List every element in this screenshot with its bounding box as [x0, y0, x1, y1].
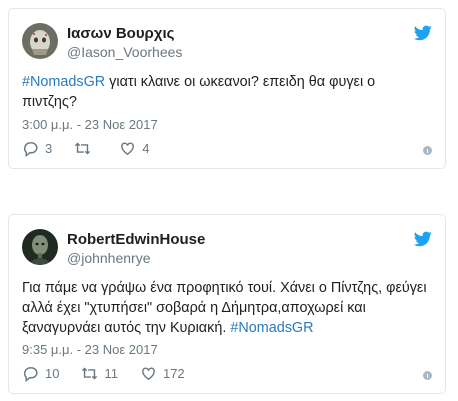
display-name[interactable]: RobertEdwinHouse [67, 231, 205, 248]
retweet-button[interactable]: 11 [81, 365, 118, 382]
hashtag-link[interactable]: #NomadsGR [230, 320, 313, 336]
like-count: 172 [162, 366, 185, 381]
avatar[interactable] [22, 229, 58, 265]
reply-button[interactable]: 3 [22, 140, 52, 157]
tweet-card[interactable]: Ιασων Βουρχις @Iason_Voorhees #NomadsGR … [8, 8, 446, 169]
retweet-button[interactable] [74, 140, 97, 157]
avatar[interactable] [22, 23, 58, 59]
retweet-icon [75, 142, 91, 155]
user-handle[interactable]: @johnhenrye [67, 250, 151, 266]
twitter-bird-icon[interactable] [414, 25, 432, 41]
action-bar: 3 4 [22, 140, 171, 157]
twitter-bird-icon[interactable] [414, 231, 432, 247]
heart-icon [121, 142, 135, 156]
heart-icon [142, 367, 155, 381]
like-button[interactable]: 4 [119, 140, 149, 157]
reply-count: 3 [45, 141, 53, 156]
user-handle[interactable]: @Iason_Voorhees [67, 44, 182, 60]
reply-button[interactable]: 10 [22, 365, 59, 382]
reply-icon [24, 367, 38, 382]
tweet-text: Για πάμε να γράψω ένα προφητικό τουί. Χά… [22, 278, 432, 338]
timestamp[interactable]: 9:35 μ.μ. - 23 Νοε 2017 [22, 342, 158, 357]
reply-count: 10 [45, 366, 60, 381]
like-button[interactable]: 172 [140, 365, 185, 382]
info-icon[interactable] [423, 371, 432, 380]
tweet-text: #NomadsGR γιατι κλαινε οι ωκεανοι? επειδ… [22, 72, 432, 112]
tweet-text-body: Για πάμε να γράψω ένα προφητικό τουί. Χά… [22, 280, 427, 336]
tweet-card[interactable]: RobertEdwinHouse @johnhenrye Για πάμε να… [8, 214, 446, 394]
reply-icon [24, 142, 38, 157]
info-icon[interactable] [423, 146, 432, 155]
timestamp[interactable]: 3:00 μ.μ. - 23 Νοε 2017 [22, 117, 158, 132]
retweet-count: 11 [104, 366, 118, 381]
like-count: 4 [142, 141, 150, 156]
hashtag-link[interactable]: #NomadsGR [22, 74, 105, 90]
action-bar: 10 11 172 [22, 365, 207, 382]
display-name[interactable]: Ιασων Βουρχις [67, 25, 174, 42]
retweet-icon [82, 367, 98, 380]
